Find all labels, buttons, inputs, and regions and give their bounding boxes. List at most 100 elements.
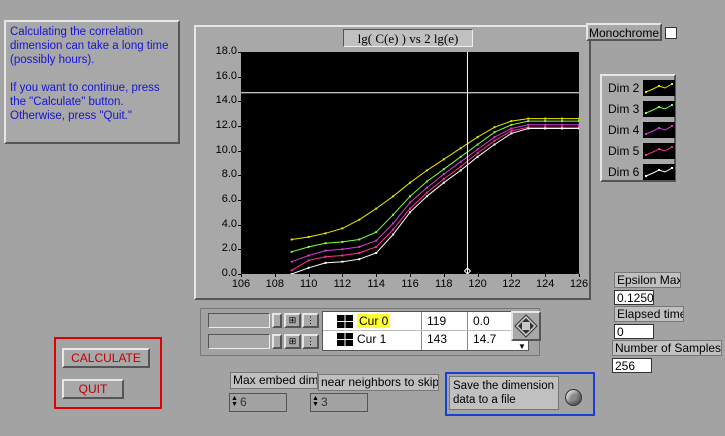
x-tick-mark bbox=[342, 274, 344, 277]
legend-item-dim2[interactable]: Dim 2 bbox=[606, 79, 675, 97]
legend-swatch-point bbox=[645, 154, 647, 156]
x-scroll-field[interactable] bbox=[208, 313, 270, 328]
y-scroll-field[interactable] bbox=[208, 334, 270, 349]
y-precision-icon[interactable]: ⋮ bbox=[302, 334, 319, 349]
x-precision-icon[interactable]: ⋮ bbox=[302, 313, 319, 328]
cursor-1-x: 143 bbox=[427, 332, 448, 346]
cursor-1-crosshair-icon[interactable] bbox=[337, 333, 353, 346]
near-neighbors-input[interactable]: ▲ ▼ 3 bbox=[310, 393, 368, 412]
x-tick-label: 108 bbox=[265, 278, 284, 290]
series-line-3 bbox=[291, 120, 579, 253]
data-point bbox=[578, 120, 580, 123]
y-format-icon[interactable]: ⊞ bbox=[284, 334, 301, 349]
data-point bbox=[324, 242, 327, 245]
save-label: Save the dimension data to a file bbox=[449, 376, 559, 410]
x-format-icon[interactable]: ⊞ bbox=[284, 313, 301, 328]
data-point bbox=[341, 260, 344, 263]
cursor-0-crosshair-icon[interactable] bbox=[337, 315, 353, 328]
data-point bbox=[544, 117, 547, 120]
x-tick-label: 114 bbox=[367, 278, 385, 290]
data-point bbox=[425, 191, 428, 194]
max-embed-input[interactable]: ▲ ▼ 6 bbox=[229, 393, 287, 412]
data-point bbox=[392, 233, 395, 236]
legend-swatch-point bbox=[671, 146, 673, 148]
data-point bbox=[561, 127, 564, 130]
x-tick-label: 122 bbox=[502, 278, 521, 290]
legend-label: Dim 6 bbox=[608, 165, 640, 179]
spinner-icon[interactable]: ▲ ▼ bbox=[231, 395, 238, 408]
monochrome-label: Monochrome bbox=[586, 23, 662, 41]
samples-field: 256 bbox=[612, 358, 652, 373]
legend-swatch bbox=[643, 80, 675, 96]
data-point bbox=[341, 227, 344, 230]
legend-item-dim6[interactable]: Dim 6 bbox=[606, 163, 675, 181]
x-tick-label: 116 bbox=[401, 278, 419, 290]
data-point bbox=[561, 120, 564, 123]
data-point bbox=[459, 160, 462, 163]
quit-button[interactable]: QUIT bbox=[62, 379, 124, 399]
graph-title: lg( C(e) ) vs 2 lg(e) bbox=[343, 29, 473, 47]
legend-swatch-point bbox=[671, 83, 673, 85]
cursor-move-diamond-icon[interactable] bbox=[511, 311, 541, 341]
y-tick-label: 18.0 bbox=[215, 45, 237, 57]
legend-swatch-point bbox=[645, 112, 647, 114]
legend-item-dim5[interactable]: Dim 5 bbox=[606, 142, 675, 160]
x-tick-mark bbox=[477, 274, 479, 277]
data-point bbox=[459, 165, 462, 168]
data-point bbox=[527, 123, 530, 126]
samples-label: Number of Samples bbox=[612, 340, 722, 356]
spinner-icon[interactable]: ▲ ▼ bbox=[312, 395, 319, 408]
cursor-1-y: 14.7 bbox=[473, 332, 497, 346]
data-point bbox=[392, 213, 395, 216]
legend-swatch bbox=[643, 122, 675, 138]
cursor-0-name[interactable]: Cur 0 bbox=[357, 314, 391, 328]
data-point bbox=[493, 143, 496, 146]
calculate-button[interactable]: CALCULATE bbox=[62, 348, 150, 368]
data-point bbox=[425, 186, 428, 189]
x-tick-label: 110 bbox=[299, 278, 318, 290]
legend-swatch bbox=[643, 101, 675, 117]
data-point bbox=[409, 211, 411, 214]
x-tick-label: 106 bbox=[231, 278, 251, 290]
x-tick-label: 124 bbox=[536, 278, 555, 290]
epsilon-max-field[interactable]: 0.1250 bbox=[614, 290, 654, 305]
series-line-6 bbox=[291, 128, 579, 275]
data-point bbox=[307, 236, 310, 238]
data-point bbox=[578, 123, 580, 126]
y-scroll-thumb[interactable] bbox=[272, 334, 282, 349]
x-tick-mark bbox=[241, 274, 242, 277]
x-tick-label: 112 bbox=[333, 278, 352, 290]
data-point bbox=[409, 207, 411, 210]
x-scroll-thumb[interactable] bbox=[272, 313, 282, 328]
legend-swatch bbox=[643, 143, 675, 159]
save-toggle-led[interactable] bbox=[565, 389, 582, 406]
data-point bbox=[392, 222, 395, 225]
data-point bbox=[476, 136, 479, 139]
legend-swatch-point bbox=[645, 175, 647, 177]
data-point bbox=[324, 261, 327, 264]
cursor-1-name[interactable]: Cur 1 bbox=[357, 332, 386, 346]
legend-item-dim3[interactable]: Dim 3 bbox=[606, 100, 675, 118]
row-divider bbox=[323, 330, 528, 331]
x-tick-mark bbox=[308, 274, 310, 277]
data-point bbox=[442, 181, 445, 184]
legend-label: Dim 5 bbox=[608, 144, 640, 158]
y-tick-mark bbox=[238, 52, 241, 53]
y-tick-label: 8.0 bbox=[221, 168, 237, 181]
y-tick-label: 6.0 bbox=[221, 193, 237, 205]
data-point bbox=[578, 117, 580, 120]
data-point bbox=[425, 169, 428, 172]
data-point bbox=[290, 273, 293, 275]
y-tick-mark bbox=[238, 200, 241, 201]
plot-area[interactable] bbox=[241, 52, 580, 275]
near-neighbors-label: near neighbors to skip bbox=[318, 374, 439, 391]
y-tick-mark bbox=[238, 249, 241, 251]
monochrome-checkbox[interactable] bbox=[665, 27, 677, 39]
x-tick-mark bbox=[579, 274, 580, 277]
legend-item-dim4[interactable]: Dim 4 bbox=[606, 121, 675, 139]
elapsed-time-field: 0 bbox=[614, 324, 654, 339]
y-tick-mark bbox=[238, 224, 241, 226]
data-point bbox=[358, 218, 361, 221]
epsilon-max-label: Epsilon Max bbox=[614, 272, 681, 288]
scroll-down-icon[interactable]: ▼ bbox=[518, 342, 526, 351]
